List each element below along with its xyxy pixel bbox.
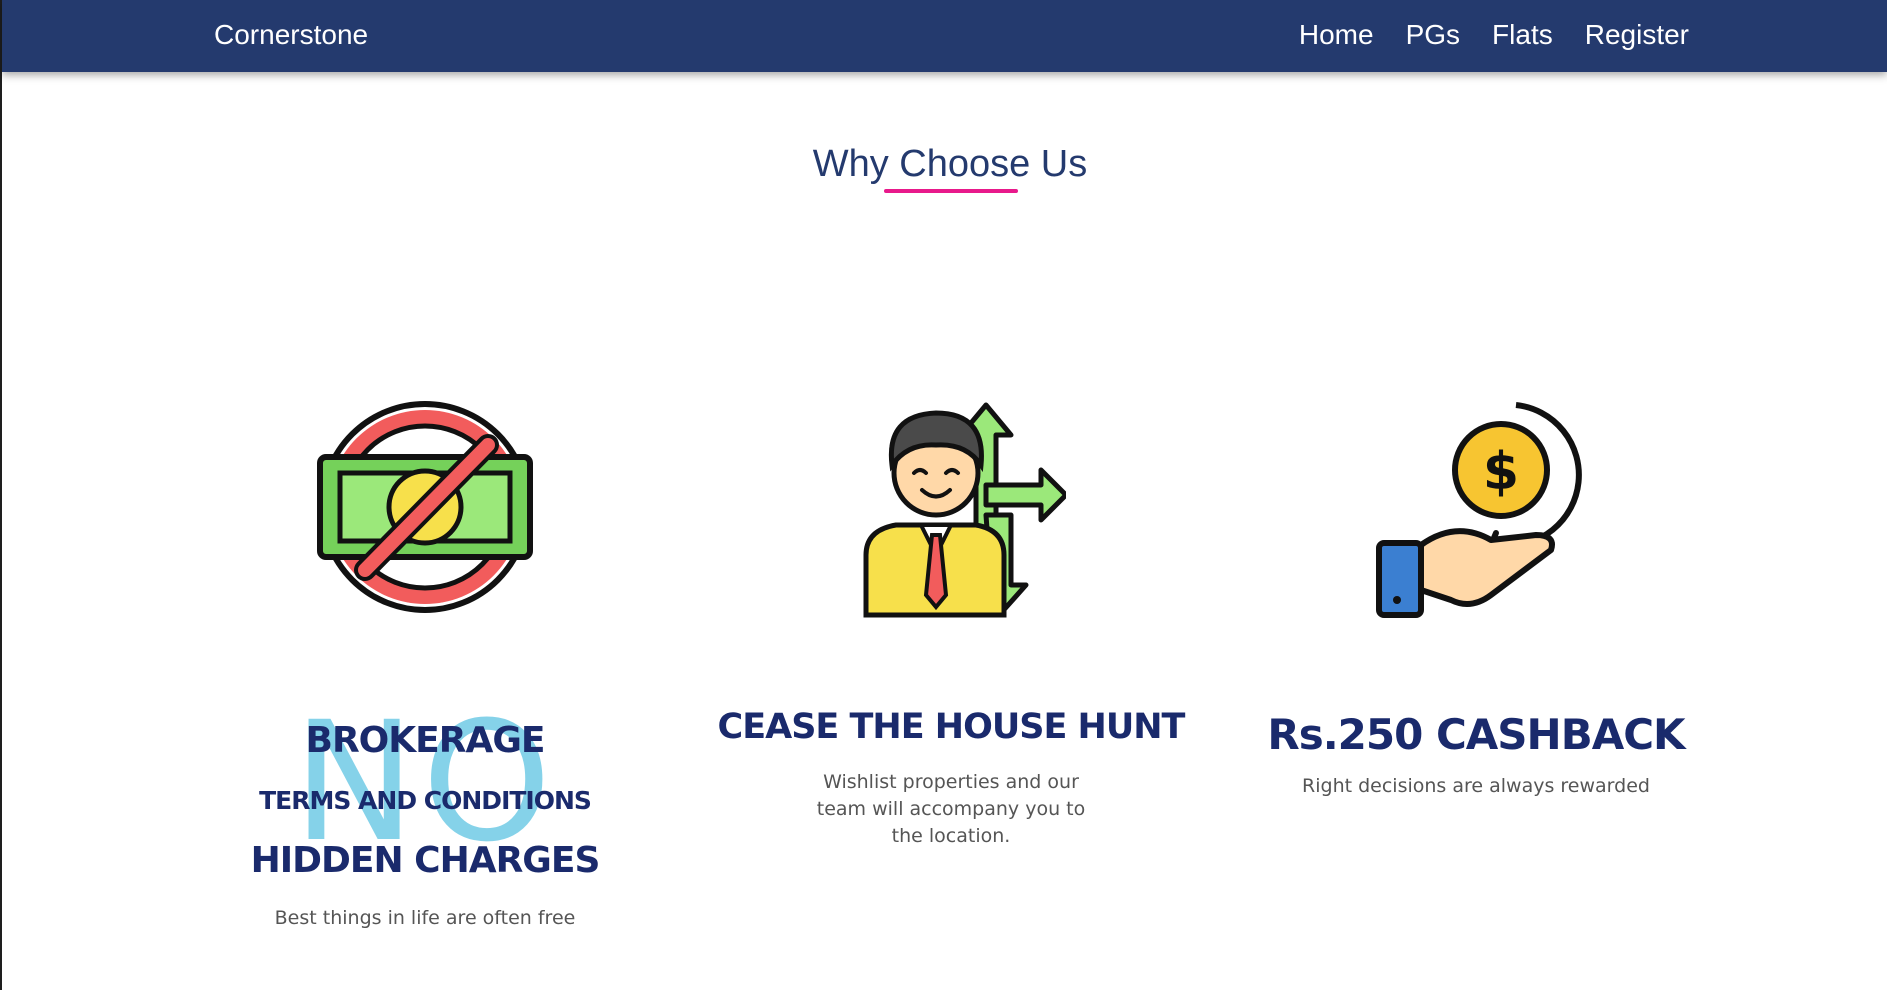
card-title-line: HIDDEN CHARGES [250, 840, 601, 881]
house-hunt-person-icon [691, 395, 1211, 625]
nav-pgs-link[interactable]: PGs [1406, 19, 1460, 51]
feature-card-no-brokerage: NO BROKERAGE TERMS AND CONDITIONS HIDDEN… [165, 395, 685, 930]
card-title: Rs.250 CASHBACK [1267, 710, 1685, 759]
nav-links: Home PGs Flats Register [1299, 19, 1689, 51]
card-title: CEASE THE HOUSE HUNT [717, 707, 1186, 747]
navbar: Cornerstone Home PGs Flats Register [2, 0, 1887, 72]
nav-home-link[interactable]: Home [1299, 19, 1374, 51]
card-description: Best things in life are often free [274, 907, 576, 929]
svg-text:$: $ [1483, 442, 1519, 502]
nav-register-link[interactable]: Register [1585, 19, 1689, 51]
nav-flats-link[interactable]: Flats [1492, 19, 1553, 51]
card-description: Wishlist properties and our team will ac… [816, 771, 1086, 847]
card-title-line: BROKERAGE [305, 720, 546, 761]
brand-link[interactable]: Cornerstone [214, 19, 368, 51]
card-title-line: TERMS AND CONDITIONS [259, 786, 592, 815]
cashback-hand-icon: $ [1216, 395, 1736, 625]
feature-card-house-hunt: CEASE THE HOUSE HUNT Wishlist properties… [691, 395, 1211, 850]
title-underline [884, 189, 1018, 193]
no-money-icon [165, 395, 685, 625]
no-brokerage-stack: NO BROKERAGE TERMS AND CONDITIONS HIDDEN… [165, 700, 685, 930]
section-title: Why Choose Us [812, 143, 1088, 185]
card-description: Right decisions are always rewarded [1302, 775, 1650, 797]
feature-card-cashback: $ Rs.250 CASHBACK Right decisions are al… [1216, 395, 1736, 800]
